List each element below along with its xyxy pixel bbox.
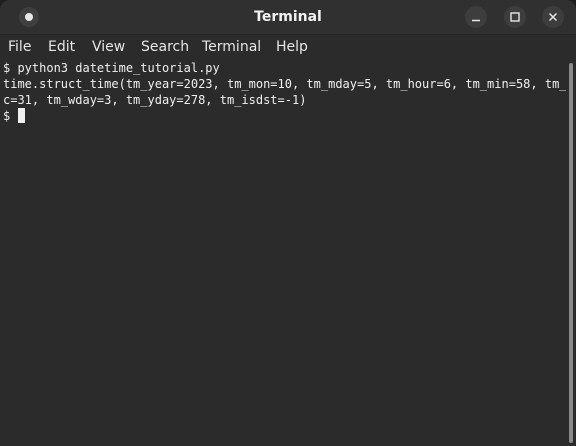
terminal-prompt: $ <box>3 109 18 123</box>
minimize-icon <box>472 19 480 22</box>
title-bar[interactable]: Terminal <box>0 0 576 35</box>
maximize-button[interactable] <box>504 6 526 28</box>
menu-search[interactable]: Search <box>141 35 189 59</box>
menu-help[interactable]: Help <box>276 35 308 59</box>
menu-terminal[interactable]: Terminal <box>202 35 261 59</box>
terminal-output[interactable]: $ python3 datetime_tutorial.py time.stru… <box>0 59 576 446</box>
terminal-window: Terminal File Edit View Search Terminal … <box>0 0 576 446</box>
close-button[interactable] <box>542 6 564 28</box>
terminal-line: $ python3 datetime_tutorial.py <box>3 61 220 75</box>
menu-view[interactable]: View <box>92 35 125 59</box>
close-icon <box>548 12 558 22</box>
terminal-line: time.struct_time(tm_year=2023, tm_mon=10… <box>3 77 576 91</box>
menu-edit[interactable]: Edit <box>48 35 75 59</box>
scrollbar-thumb[interactable] <box>569 63 573 443</box>
minimize-button[interactable] <box>465 6 487 28</box>
text-cursor <box>18 108 26 123</box>
menu-file[interactable]: File <box>8 35 31 59</box>
window-title: Terminal <box>254 9 322 25</box>
menu-bar: File Edit View Search Terminal Help <box>0 35 576 59</box>
scrollbar[interactable] <box>566 59 576 446</box>
terminal-prompt-line: $ <box>3 108 26 124</box>
maximize-icon <box>510 12 520 22</box>
terminal-line: c=31, tm_wday=3, tm_yday=278, tm_isdst=-… <box>3 93 307 107</box>
